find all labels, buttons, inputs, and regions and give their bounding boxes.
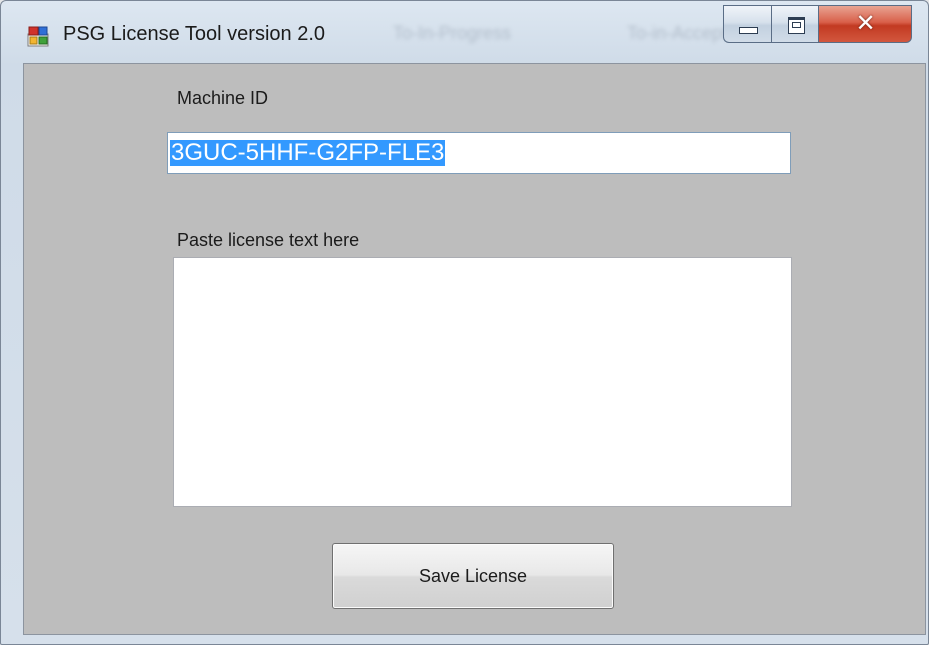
title-bar[interactable]: To-In-Progress To-in-Accepted PSG Licens… [1,1,928,63]
minimize-button[interactable] [723,5,771,43]
close-button[interactable]: ✕ [819,5,912,43]
maximize-button[interactable] [771,5,819,43]
form-client-area: Machine ID 3GUC-5HHF-G2FP-FLE3 Paste lic… [23,63,926,635]
machine-id-field[interactable]: 3GUC-5HHF-G2FP-FLE3 [167,132,791,174]
machine-id-label: Machine ID [177,88,269,108]
license-text-label: Paste license text here [177,230,360,250]
background-window-title: To-In-Progress [393,23,512,43]
close-icon: ✕ [855,10,876,37]
license-text-area[interactable] [173,257,792,507]
license-tool-window: To-In-Progress To-in-Accepted PSG Licens… [0,0,929,645]
application-icon[interactable] [27,25,49,47]
save-license-button[interactable]: Save License [332,543,614,609]
maximize-icon [788,17,805,34]
minimize-icon [739,27,758,34]
caption-buttons: ✕ [723,5,912,43]
machine-id-value: 3GUC-5HHF-G2FP-FLE3 [170,139,446,166]
window-title: PSG License Tool version 2.0 [63,23,326,45]
